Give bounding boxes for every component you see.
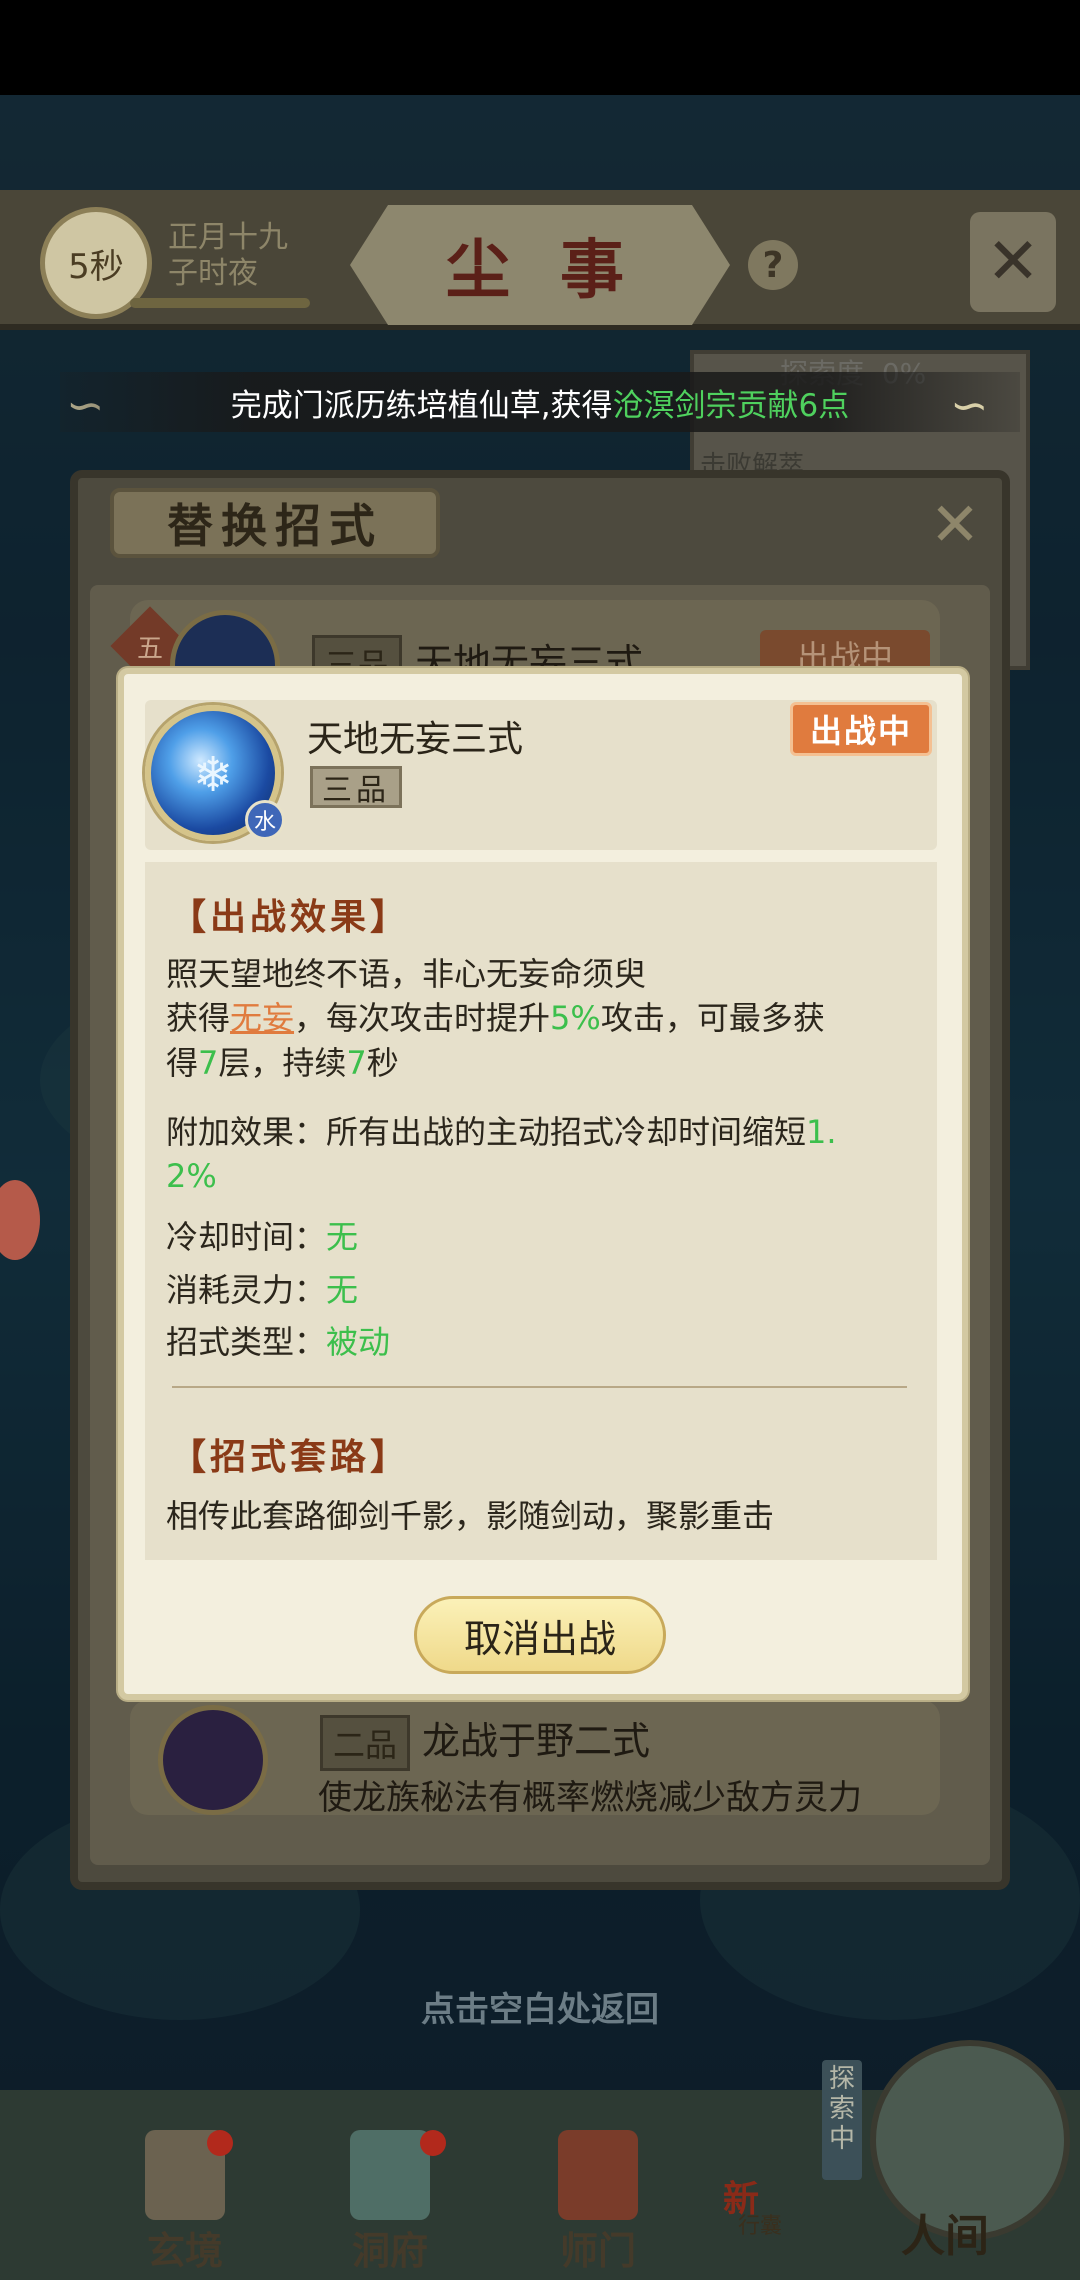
notice-highlight: 沧溟剑宗贡献6点 (612, 387, 850, 424)
cooldown-row: 冷却时间：无 (166, 1218, 359, 1256)
exploring-tag: 探索中 (822, 2060, 862, 2180)
world-label: 人间 (901, 2211, 989, 2262)
notice-text: 完成门派历练培植仙草,获得 (230, 387, 613, 424)
bag-button[interactable]: 新 行囊 (705, 2160, 815, 2260)
status-badge: 出战中 (790, 702, 932, 756)
page-title-plate: 尘事 (350, 205, 730, 325)
date-line-2: 子时夜 (168, 256, 258, 291)
section-divider (172, 1386, 907, 1388)
bag-label: 行囊 (737, 2214, 782, 2239)
extra-effect: 附加效果：所有出战的主动招式冷却时间缩短1. (166, 1113, 837, 1151)
grade-tag: 三品 (310, 766, 402, 808)
notification-dot (420, 2130, 446, 2156)
date-line-1: 正月十九 (168, 220, 288, 255)
time-progress-bar (130, 298, 310, 308)
effect-line-1: 获得无妄，每次攻击时提升5%攻击，可最多获 (166, 999, 825, 1037)
skill-name: 天地无妄三式 (307, 719, 524, 760)
element-badge: 水 (245, 800, 285, 840)
cost-row: 消耗灵力：无 (166, 1271, 359, 1309)
game-date: 正月十九 子时夜 (168, 220, 288, 292)
tap-to-return-hint: 点击空白处返回 (421, 1990, 659, 2030)
scroll-cap-right-icon: ∽ (950, 378, 989, 432)
nav-label: 师门 (559, 2228, 636, 2273)
nav-label: 玄境 (146, 2228, 223, 2273)
banner-icon (558, 2130, 638, 2220)
help-icon: ? (762, 244, 784, 286)
panel-close-icon[interactable]: ✕ (920, 490, 990, 560)
nav-label: 洞府 (351, 2228, 428, 2273)
nav-item-dongfu[interactable]: 洞府 (320, 2130, 460, 2273)
effect-section-title: 【出战效果】 (170, 896, 411, 938)
notification-banner: 完成门派历练培植仙草,获得 沧溟剑宗贡献6点 (60, 372, 1020, 432)
pavilion-icon (350, 2130, 430, 2220)
nav-item-shimen[interactable]: 师门 (528, 2130, 668, 2273)
grade-tag: 二品 (320, 1715, 411, 1771)
timer-text: 5秒 (68, 246, 124, 287)
routine-text: 相传此套路御剑千影，影随剑动，聚影重击 (166, 1497, 775, 1535)
panel-title: 替换招式 (110, 488, 440, 558)
skill-icon (158, 1705, 268, 1815)
effect-line-2: 得7层，持续7秒 (166, 1044, 399, 1082)
skill-name: 龙战于野二式 (422, 1719, 651, 1763)
skill-description: 使龙族秘法有概率燃烧减少敌方灵力 (318, 1778, 862, 1818)
page-title: 尘事 (446, 233, 674, 308)
nav-item-xuanjing[interactable]: 玄境 (115, 2130, 255, 2273)
close-icon[interactable]: ✕ (970, 212, 1056, 312)
snowflake-icon: ❄ (193, 747, 234, 803)
routine-section-title: 【招式套路】 (170, 1436, 411, 1478)
help-button[interactable]: ? (748, 240, 798, 290)
extra-effect-value: 2% (166, 1157, 217, 1195)
cancel-deploy-button[interactable]: 取消出战 (414, 1596, 666, 1674)
type-row: 招式类型：被动 (166, 1323, 391, 1361)
buff-link[interactable]: 无妄 (230, 999, 294, 1037)
notification-dot (207, 2130, 233, 2156)
effect-poem: 照天望地终不语，非心无妄命须臾 (166, 955, 647, 993)
